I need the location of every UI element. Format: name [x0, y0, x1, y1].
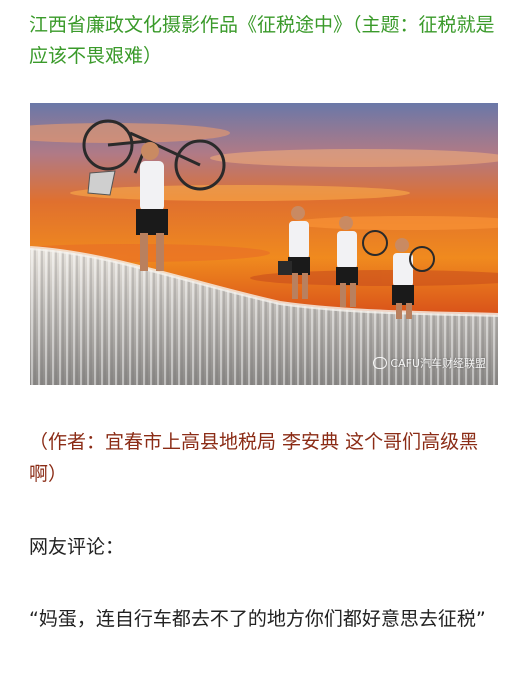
article-photo: CAFU汽车财经联盟 — [30, 103, 498, 385]
article-title: 江西省廉政文化摄影作品《征税途中》（主题：征税就是应该不畏艰难） — [29, 14, 495, 67]
netizen-comment: “妈蛋，连自行车都去不了的地方你们都好意思去征税” — [29, 608, 486, 630]
comment-heading: 网友评论： — [29, 536, 125, 558]
watermark-text: CAFU汽车财经联盟 — [390, 357, 486, 370]
wechat-icon — [373, 357, 388, 369]
photo-watermark: CAFU汽车财经联盟 — [373, 355, 486, 371]
photo-credit: （作者：宜春市上高县地税局 李安典 这个哥们高级黑啊） — [29, 431, 479, 485]
sunset-waterfall-image — [30, 103, 498, 385]
